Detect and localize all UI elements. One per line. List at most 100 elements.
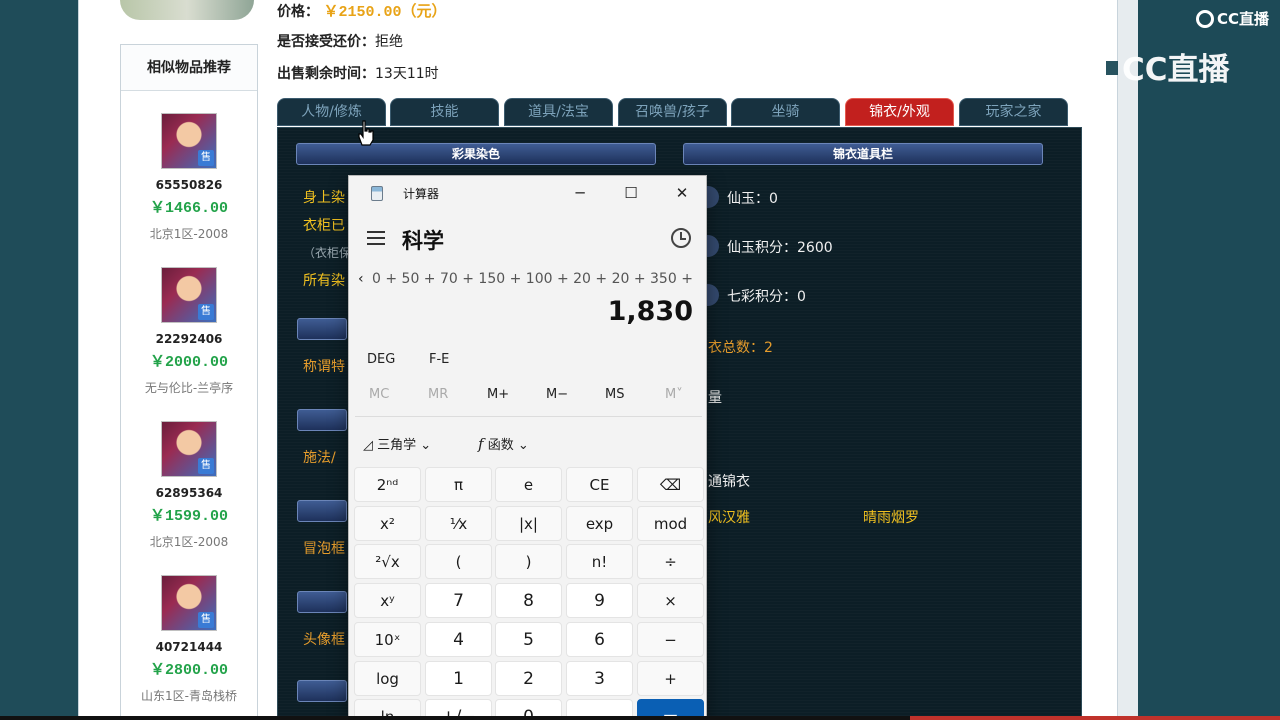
memory-clear-button[interactable]: MC — [369, 387, 389, 402]
item-id[interactable]: 62895364 — [121, 486, 257, 500]
price-row: 价格： ￥2150.00（元） — [277, 0, 446, 21]
similar-item[interactable]: 售 40721444 ￥2800.00 山东1区-青岛栈桥 — [121, 575, 257, 704]
character-avatar[interactable]: 售 — [161, 113, 217, 169]
trig-label: 三角学 — [377, 438, 417, 453]
fe-toggle[interactable]: F-E — [429, 352, 449, 367]
backspace-button[interactable]: ⌫ — [637, 467, 704, 502]
similar-items-sidebar: 相似物品推荐 售 65550826 ￥1466.00 北京1区-2008 售 2… — [120, 44, 258, 720]
close-paren-button[interactable]: ) — [495, 544, 562, 579]
abs-button[interactable]: |x| — [495, 506, 562, 541]
stream-progress-accent — [910, 716, 1280, 720]
jinyi-item-fenghan[interactable]: 风汉雅 — [708, 507, 750, 527]
bubble-section-header — [297, 500, 347, 522]
item-server: 北京1区-2008 — [149, 535, 229, 549]
ten-power-button[interactable]: 10ˣ — [354, 622, 421, 657]
page-right-gutter — [1118, 0, 1138, 720]
sell-badge: 售 — [198, 150, 214, 166]
hamburger-menu-icon[interactable] — [367, 231, 385, 245]
normal-jinyi-label: 通锦衣 — [708, 474, 750, 490]
plus-button[interactable]: + — [637, 661, 704, 696]
calculator-app-icon — [371, 186, 383, 201]
multiply-button[interactable]: × — [637, 583, 704, 618]
e-button[interactable]: e — [495, 467, 562, 502]
maximize-button[interactable]: ☐ — [608, 178, 654, 208]
digit-7-button[interactable]: 7 — [425, 583, 492, 618]
digit-3-button[interactable]: 3 — [566, 661, 633, 696]
calculator-window[interactable]: 计算器 ─ ☐ ✕ 科学 ‹ 0 + 50 + 70 + 150 + 100 +… — [348, 175, 707, 720]
power-button[interactable]: xʸ — [354, 583, 421, 618]
digit-9-button[interactable]: 9 — [566, 583, 633, 618]
avatar-frame-label: 头像框 — [303, 632, 345, 648]
remaining-time-row: 出售剩余时间：13天11时 — [277, 63, 439, 83]
tab-items[interactable]: 道具/法宝 — [504, 98, 613, 126]
character-avatar[interactable]: 售 — [161, 267, 217, 323]
reciprocal-button[interactable]: ¹⁄x — [425, 506, 492, 541]
digit-1-button[interactable]: 1 — [425, 661, 492, 696]
character-avatar[interactable]: 售 — [161, 421, 217, 477]
similar-item[interactable]: 售 62895364 ￥1599.00 北京1区-2008 — [121, 421, 257, 550]
clear-entry-button[interactable]: CE — [566, 467, 633, 502]
close-button[interactable]: ✕ — [659, 178, 705, 208]
bargain-value: 拒绝 — [375, 34, 403, 50]
tab-appearance[interactable]: 锦衣/外观 — [845, 98, 954, 126]
memory-recall-button[interactable]: MR — [428, 387, 448, 402]
title-section-header — [297, 318, 347, 340]
item-price: ￥2000.00 — [149, 354, 228, 371]
title-effect-label: 称谓特 — [303, 359, 345, 375]
item-id[interactable]: 40721444 — [121, 640, 257, 654]
tab-home[interactable]: 玩家之家 — [959, 98, 1068, 126]
function-icon: f — [478, 435, 484, 453]
jinyi-item-qingyu[interactable]: 晴雨烟罗 — [863, 507, 919, 527]
chevron-down-icon: ⌄ — [517, 438, 529, 453]
memory-store-button[interactable]: MS — [605, 387, 624, 402]
item-thumbnail — [120, 0, 254, 20]
log-button[interactable]: log — [354, 661, 421, 696]
tab-mounts[interactable]: 坐骑 — [731, 98, 840, 126]
trig-dropdown[interactable]: ◿ 三角学 ⌄ — [363, 434, 431, 453]
item-server: 无与伦比-兰亭序 — [144, 381, 234, 395]
bubble-frame-label: 冒泡框 — [303, 541, 345, 557]
square-button[interactable]: x² — [354, 506, 421, 541]
item-id[interactable]: 22292406 — [121, 332, 257, 346]
digit-2-button[interactable]: 2 — [495, 661, 562, 696]
similar-item[interactable]: 售 22292406 ￥2000.00 无与伦比-兰亭序 — [121, 267, 257, 396]
memory-add-button[interactable]: M+ — [487, 387, 509, 402]
cc-watermark-large: CC直播 — [1072, 44, 1230, 89]
sell-badge: 售 — [198, 458, 214, 474]
digit-4-button[interactable]: 4 — [425, 622, 492, 657]
second-button[interactable]: 2ⁿᵈ — [354, 467, 421, 502]
character-avatar[interactable]: 售 — [161, 575, 217, 631]
deg-toggle[interactable]: DEG — [367, 352, 395, 367]
function-dropdown[interactable]: f 函数 ⌄ — [478, 434, 529, 453]
item-id[interactable]: 65550826 — [121, 178, 257, 192]
tab-pets[interactable]: 召唤兽/孩子 — [618, 98, 727, 126]
exp-button[interactable]: exp — [566, 506, 633, 541]
factorial-button[interactable]: n! — [566, 544, 633, 579]
history-icon[interactable] — [671, 228, 691, 248]
digit-5-button[interactable]: 5 — [495, 622, 562, 657]
jinyi-bar-header: 锦衣道具栏 — [683, 143, 1043, 165]
avatar-frame-section-header — [297, 591, 347, 613]
minimize-button[interactable]: ─ — [557, 178, 603, 208]
expression-scroll-left-icon[interactable]: ‹ — [358, 271, 364, 287]
calculator-titlebar[interactable]: 计算器 ─ ☐ ✕ — [349, 176, 706, 210]
mod-button[interactable]: mod — [637, 506, 704, 541]
digit-8-button[interactable]: 8 — [495, 583, 562, 618]
cc-logo-icon — [1196, 9, 1214, 28]
open-paren-button[interactable]: ( — [425, 544, 492, 579]
divide-button[interactable]: ÷ — [637, 544, 704, 579]
square-root-button[interactable]: ²√x — [354, 544, 421, 579]
item-price: ￥2800.00 — [149, 662, 228, 679]
memory-list-button[interactable]: M˅ — [665, 387, 683, 402]
similar-item[interactable]: 售 65550826 ￥1466.00 北京1区-2008 — [121, 113, 257, 242]
pi-button[interactable]: π — [425, 467, 492, 502]
digit-6-button[interactable]: 6 — [566, 622, 633, 657]
tab-skills[interactable]: 技能 — [390, 98, 499, 126]
minus-button[interactable]: − — [637, 622, 704, 657]
cast-section-header — [297, 409, 347, 431]
memory-subtract-button[interactable]: M− — [546, 387, 568, 402]
xianyu-points-value: 仙玉积分：2600 — [727, 240, 833, 256]
chevron-down-icon: ⌄ — [420, 438, 432, 453]
sell-badge: 售 — [198, 612, 214, 628]
xianyu-bullet-icon — [707, 186, 719, 208]
